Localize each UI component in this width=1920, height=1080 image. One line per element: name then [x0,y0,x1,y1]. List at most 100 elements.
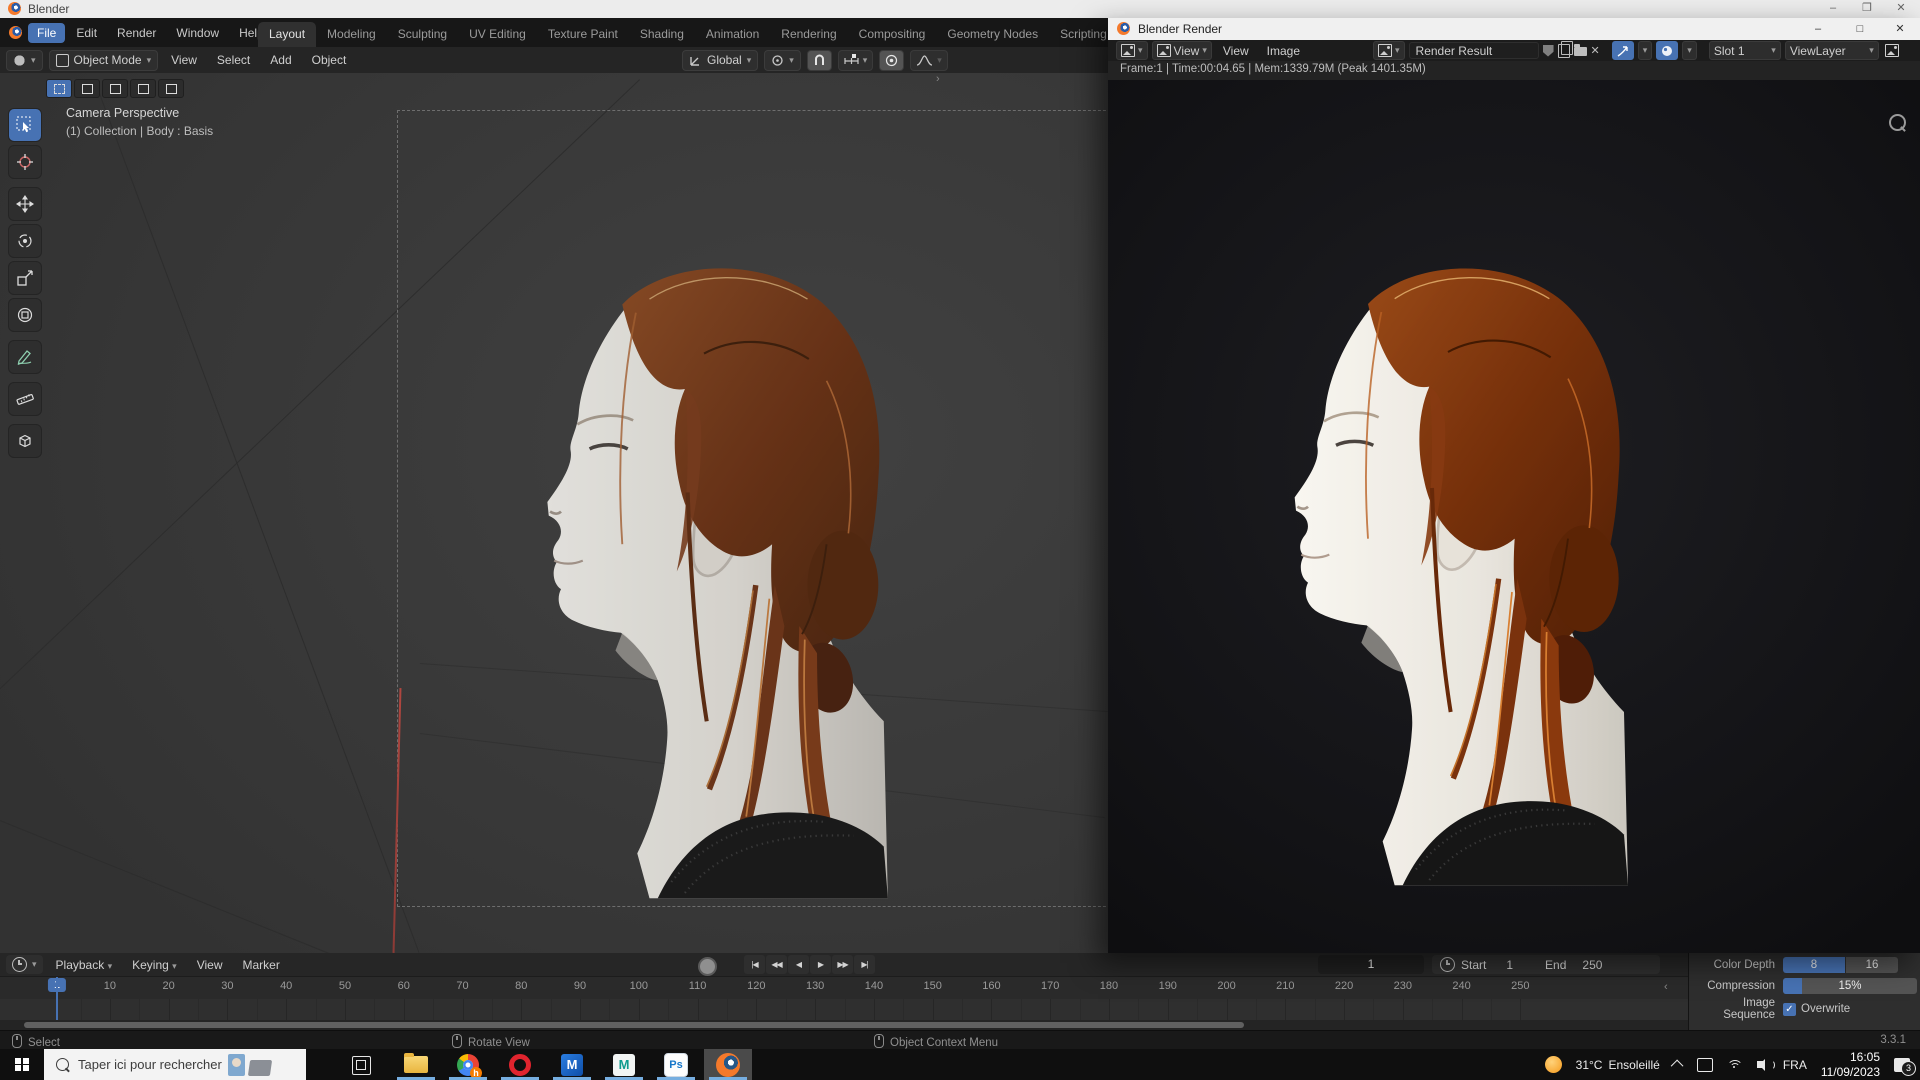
editor-type-selector[interactable]: ▾ [6,49,43,71]
timeline-menu-keying[interactable]: Keying ▾ [125,955,184,975]
slot-selector[interactable]: Slot 1 ▾ [1708,41,1781,60]
clock[interactable]: 16:05 11/09/2023 [1821,1050,1880,1080]
view-layer-selector[interactable]: ViewLayer ▾ [1784,41,1879,60]
timeline-ruler[interactable]: 1102030405060708090100110120130140150160… [0,977,1920,999]
model-head-viewport[interactable] [418,135,990,899]
overlays-dropdown[interactable]: ▾ [1682,41,1697,60]
timeline-editor-type-selector[interactable]: ▾ [6,955,43,974]
main-maximize-button[interactable]: ❐ [1852,0,1882,17]
jump-to-start-button[interactable]: |◀ [744,955,765,974]
taskbar-chrome[interactable]: h [444,1049,492,1080]
gizmos-toggle[interactable] [1611,41,1634,60]
tray-expand-chevron-icon[interactable] [1670,1059,1684,1073]
image-menu-view[interactable]: View [1216,41,1256,61]
render-pass-icon[interactable] [1884,44,1899,57]
taskbar-file-explorer[interactable] [392,1049,440,1080]
view-mode-selector[interactable]: View ▾ [1151,41,1212,60]
timeline-menu-marker[interactable]: Marker [235,955,286,975]
tab-layout[interactable]: Layout [258,22,317,47]
proportional-falloff-selector[interactable]: ▾ [910,49,948,71]
task-view-button[interactable] [352,1056,371,1075]
render-result-image[interactable] [1108,80,1920,953]
tab-uv-editing[interactable]: UV Editing [458,22,537,47]
overwrite-checkbox[interactable]: ✓ [1783,1002,1796,1016]
tool-measure[interactable] [8,382,42,416]
header-overflow-chevron[interactable]: › [936,73,940,85]
select-lasso-button[interactable] [130,79,156,98]
select-tweak-button[interactable] [46,79,72,98]
auto-keying-record-button[interactable] [698,957,717,976]
tool-select[interactable] [8,108,42,142]
snap-toggle[interactable] [806,49,832,71]
tab-modeling[interactable]: Modeling [316,22,387,47]
timeline-scrollbar[interactable] [0,1020,1920,1030]
tab-geometry-nodes[interactable]: Geometry Nodes [936,22,1049,47]
wifi-icon[interactable] [1726,1059,1743,1070]
mode-selector[interactable]: Object Mode ▾ [48,49,159,71]
prev-keyframe-button[interactable]: ◀◀ [766,955,787,974]
tool-transform[interactable] [8,298,42,332]
play-reverse-button[interactable]: ◀ [788,955,809,974]
proportional-editing-toggle[interactable] [879,49,905,71]
timeline-menu-playback[interactable]: Playback ▾ [49,955,120,975]
playhead[interactable] [56,977,58,1020]
frame-range-fields[interactable]: Start 1 End 250 [1432,955,1660,974]
tool-cursor[interactable] [8,145,42,179]
menu-view[interactable]: View [164,50,204,70]
taskbar-opera[interactable] [496,1049,544,1080]
color-depth-16-button[interactable]: 16 [1846,957,1898,973]
editor-type-selector[interactable]: ▾ [1116,41,1148,60]
timeline-menu-view[interactable]: View [190,955,230,975]
render-window[interactable]: Blender Render – □ ✕ ▾ View ▾ View Image … [1108,18,1920,953]
tab-compositing[interactable]: Compositing [848,22,937,47]
pivot-point-selector[interactable]: ▾ [764,49,801,71]
taskbar-maya-2[interactable]: M [600,1049,648,1080]
tool-rotate[interactable] [8,224,42,258]
menu-window[interactable]: Window [167,23,228,43]
image-datablock-name[interactable]: Render Result [1408,42,1539,59]
keyboard-language[interactable]: FRA [1783,1058,1807,1072]
menu-select[interactable]: Select [210,50,257,70]
timeline-channels[interactable] [0,999,1920,1020]
tab-shading[interactable]: Shading [629,22,695,47]
menu-render[interactable]: Render [108,23,165,43]
open-image-icon[interactable] [1573,44,1587,56]
taskbar-maya[interactable]: M [548,1049,596,1080]
fake-user-shield-icon[interactable] [1542,44,1554,57]
image-menu-image[interactable]: Image [1260,41,1307,61]
weather-sun-icon[interactable] [1544,1056,1562,1073]
start-button[interactable] [0,1049,44,1080]
weather-desc[interactable]: Ensoleillé [1608,1058,1659,1072]
unlink-icon[interactable]: ✕ [1591,44,1600,57]
current-frame-field[interactable]: 1 [1318,955,1424,974]
menu-add[interactable]: Add [263,50,298,70]
image-browse-button[interactable]: ▾ [1373,41,1405,60]
overlays-toggle[interactable] [1656,41,1679,60]
weather-temp[interactable]: 31°C [1576,1058,1603,1072]
notification-center-icon[interactable]: 3 [1894,1057,1916,1076]
speaker-icon[interactable] [1756,1058,1775,1071]
tab-animation[interactable]: Animation [695,22,770,47]
render-titlebar[interactable]: Blender Render – □ ✕ [1108,18,1920,40]
scrollbar-thumb[interactable] [24,1022,1244,1028]
play-button[interactable]: ▶ [810,955,831,974]
menu-file[interactable]: File [28,22,66,43]
snap-target-selector[interactable]: ▾ [837,49,874,71]
render-close-button[interactable]: ✕ [1882,18,1918,40]
taskbar-photoshop[interactable]: Ps [652,1049,700,1080]
tab-rendering[interactable]: Rendering [770,22,847,47]
select-box-button[interactable] [74,79,100,98]
tool-move[interactable] [8,187,42,221]
render-maximize-button[interactable]: □ [1842,18,1878,40]
select-paint-button[interactable] [158,79,184,98]
color-depth-8-button[interactable]: 8 [1783,957,1845,973]
region-collapse-chevron[interactable]: ‹ [1664,981,1668,993]
tab-sculpting[interactable]: Sculpting [387,22,458,47]
menu-edit[interactable]: Edit [67,23,106,43]
taskbar-blender-active[interactable] [704,1049,752,1080]
tool-scale[interactable] [8,261,42,295]
zoom-gizmo[interactable] [1889,114,1906,131]
select-circle-button[interactable] [102,79,128,98]
tool-add-cube[interactable] [8,424,42,458]
tab-texture-paint[interactable]: Texture Paint [537,22,629,47]
